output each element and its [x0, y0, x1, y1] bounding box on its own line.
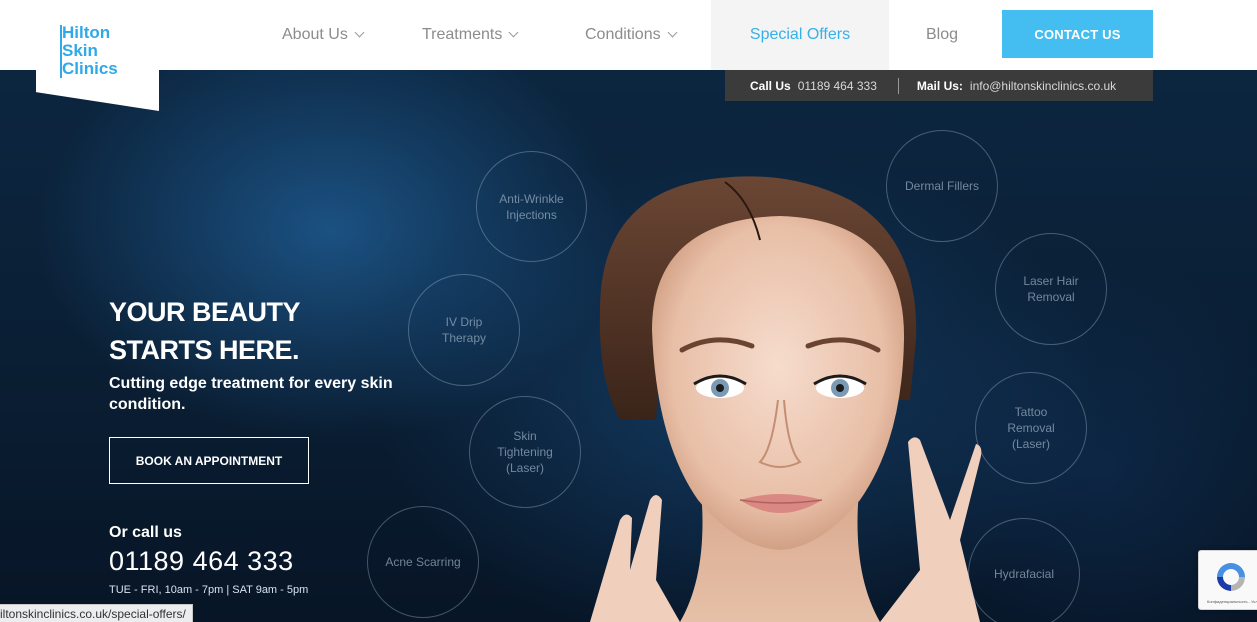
hero-phone-number[interactable]: 01189 464 333: [109, 546, 294, 577]
treatment-anti-wrinkle-injections[interactable]: Anti-Wrinkle Injections: [476, 151, 587, 262]
nav-item-treatments[interactable]: Treatments: [402, 0, 565, 70]
nav-label: Special Offers: [749, 26, 851, 43]
chevron-down-icon: [510, 29, 518, 37]
call-us-info[interactable]: Call Us 01189 464 333: [750, 79, 877, 93]
divider: [897, 77, 899, 94]
mail-address: info@hiltonskinclinics.co.uk: [969, 78, 1117, 93]
recaptcha-terms[interactable]: Конфиденциальность - Условия использован…: [1207, 599, 1257, 604]
treatment-label: Laser Hair Removal: [1023, 274, 1079, 304]
nav-item-blog[interactable]: Blog: [906, 0, 978, 70]
call-number: 01189 464 333: [797, 78, 877, 93]
logo[interactable]: Hilton Skin Clinics: [36, 0, 159, 111]
nav-label: Conditions: [585, 26, 661, 43]
opening-hours: TUE - FRI, 10am - 7pm | SAT 9am - 5pm: [109, 584, 309, 596]
headline-line: YOUR BEAUTY: [109, 297, 301, 327]
headline-line: STARTS HERE.: [109, 335, 300, 365]
treatment-label: Tattoo Removal (Laser): [1007, 405, 1055, 451]
recaptcha-badge[interactable]: Конфиденциальность - Условия использован…: [1198, 550, 1257, 610]
treatment-acne-scarring[interactable]: Acne Scarring: [367, 506, 479, 618]
hero-headline: YOUR BEAUTY STARTS HERE.: [109, 293, 369, 369]
treatment-dermal-fillers[interactable]: Dermal Fillers: [886, 130, 998, 242]
treatment-label: Skin Tightening (Laser): [497, 429, 553, 475]
nav-item-special-offers[interactable]: Special Offers: [711, 0, 889, 70]
browser-status-url: iltonskinclinics.co.uk/special-offers/: [0, 604, 193, 622]
chevron-down-icon: [669, 29, 677, 37]
treatment-tattoo-removal[interactable]: Tattoo Removal (Laser): [975, 372, 1087, 484]
treatment-hydrafacial[interactable]: Hydrafacial: [968, 518, 1080, 622]
treatment-skin-tightening[interactable]: Skin Tightening (Laser): [469, 396, 581, 508]
book-appointment-button[interactable]: BOOK AN APPOINTMENT: [109, 437, 309, 484]
contact-us-button[interactable]: CONTACT US: [1002, 10, 1153, 58]
treatment-label: Anti-Wrinkle Injections: [499, 191, 564, 222]
treatment-label: Dermal Fillers: [904, 179, 979, 193]
hero-subheadline: Cutting edge treatment for every skin co…: [109, 375, 393, 413]
recaptcha-icon: [1217, 563, 1245, 591]
nav-item-conditions[interactable]: Conditions: [565, 0, 721, 70]
nav-label: Blog: [925, 26, 959, 43]
or-call-label: Or call us: [109, 524, 182, 541]
site-header: About Us Treatments Conditions Special O…: [0, 0, 1257, 70]
logo-line: Hilton: [62, 23, 111, 42]
treatment-label: IV Drip Therapy: [441, 315, 487, 345]
logo-line: Skin: [62, 41, 98, 60]
treatment-laser-hair-removal[interactable]: Laser Hair Removal: [995, 233, 1107, 345]
logo-text: Hilton Skin Clinics: [62, 24, 152, 78]
treatment-label: Hydrafacial: [993, 567, 1055, 581]
nav-label: Treatments: [422, 26, 503, 43]
main-nav: About Us Treatments Conditions: [262, 0, 721, 70]
nav-item-about-us[interactable]: About Us: [262, 0, 395, 70]
treatment-iv-drip-therapy[interactable]: IV Drip Therapy: [408, 274, 520, 386]
logo-line: Clinics: [62, 59, 118, 78]
mail-label: Mail Us:: [916, 78, 963, 93]
nav-label: About Us: [282, 26, 348, 43]
contact-strip: Call Us 01189 464 333 Mail Us: info@hilt…: [725, 70, 1153, 101]
treatment-label: Acne Scarring: [385, 555, 461, 569]
chevron-down-icon: [356, 29, 364, 37]
call-label: Call Us: [750, 78, 791, 93]
mail-us-info[interactable]: Mail Us: info@hiltonskinclinics.co.uk: [917, 79, 1116, 93]
